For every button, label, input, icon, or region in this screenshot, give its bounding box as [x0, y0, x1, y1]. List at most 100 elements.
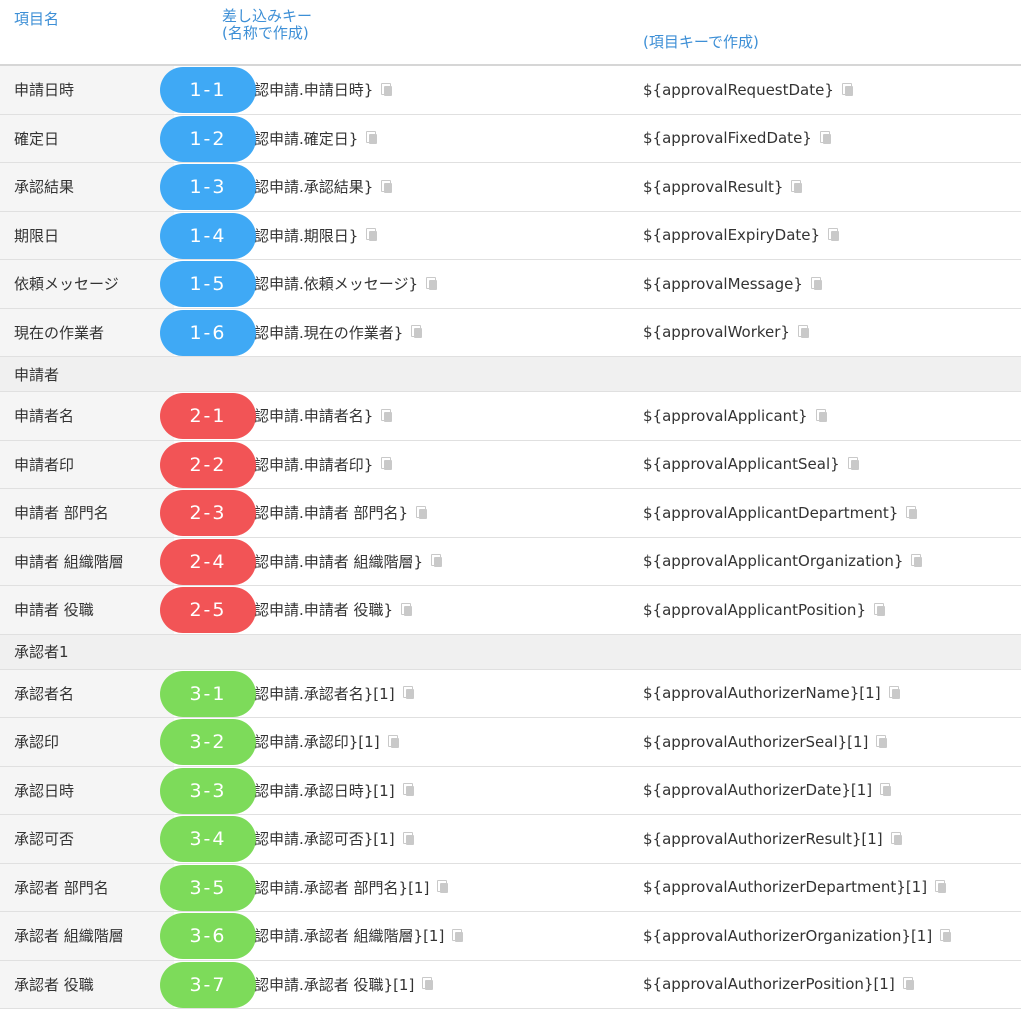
table-row: 依頼メッセージ認申請.依頼メッセージ}${approvalMessage}1-5 — [0, 260, 1021, 309]
copy-icon[interactable] — [848, 457, 860, 471]
copy-icon[interactable] — [889, 686, 901, 700]
copy-icon[interactable] — [880, 783, 892, 797]
item-key-text: ${approvalApplicantDepartment} — [643, 504, 898, 522]
copy-icon[interactable] — [791, 180, 803, 194]
copy-icon[interactable] — [411, 325, 423, 339]
item-key-text: ${approvalApplicant} — [643, 407, 808, 425]
name-key-text: 認申請.承認印}[1] — [254, 731, 380, 752]
name-key-text: 認申請.承認者 部門名}[1] — [254, 877, 429, 898]
copy-icon[interactable] — [422, 977, 434, 991]
item-key-text: ${approvalWorker} — [643, 323, 790, 341]
item-label: 期限日 — [0, 212, 174, 260]
copy-icon[interactable] — [403, 832, 415, 846]
copy-icon[interactable] — [388, 735, 400, 749]
row-number-badge: 2-1 — [160, 393, 256, 439]
copy-icon[interactable] — [828, 228, 840, 242]
item-label: 申請者名 — [0, 392, 174, 440]
copy-icon[interactable] — [906, 506, 918, 520]
copy-icon[interactable] — [935, 880, 947, 894]
name-key-text: 認申請.申請者名} — [254, 405, 373, 426]
item-label: 承認印 — [0, 718, 174, 766]
item-key-cell: ${approvalWorker} — [643, 309, 810, 357]
name-key-cell: 認申請.承認印}[1] — [254, 718, 400, 766]
item-key-cell: ${approvalAuthorizerDate}[1] — [643, 767, 892, 815]
item-key-cell: ${approvalApplicantPosition} — [643, 586, 886, 634]
table-row: 申請者 部門名認申請.申請者 部門名}${approvalApplicantDe… — [0, 489, 1021, 538]
item-label: 申請者 部門名 — [0, 489, 174, 537]
item-key-text: ${approvalFixedDate} — [643, 129, 812, 147]
row-number-badge: 3-4 — [160, 816, 256, 862]
copy-icon[interactable] — [366, 228, 378, 242]
name-key-cell: 認申請.申請者名} — [254, 392, 393, 440]
item-key-text: ${approvalApplicantOrganization} — [643, 552, 903, 570]
item-label: 承認結果 — [0, 163, 174, 211]
header-insertion-key-by-item-key: (項目キーで作成) — [643, 31, 759, 52]
copy-icon[interactable] — [911, 554, 923, 568]
copy-icon[interactable] — [842, 83, 854, 97]
item-key-cell: ${approvalAuthorizerName}[1] — [643, 670, 901, 718]
header-insertion-key-by-name: (名称で作成) — [222, 25, 312, 42]
copy-icon[interactable] — [366, 131, 378, 145]
table-row: 申請者名 認申請.申請者名} ${approvalApplicant} 2-1 — [0, 392, 1021, 441]
copy-icon[interactable] — [891, 832, 903, 846]
name-key-cell: 認申請.現在の作業者} — [254, 309, 423, 357]
name-key-text: 認申請.申請者 役職} — [254, 599, 393, 620]
header-item-name: 項目名 — [14, 8, 59, 29]
table-body: 申請日時認申請.申請日時}${approvalRequestDate}1-1確定… — [0, 66, 1021, 1009]
name-key-cell: 認申請.承認者 組織階層}[1] — [254, 912, 464, 960]
copy-icon[interactable] — [940, 929, 952, 943]
name-key-cell: 認申請.期限日} — [254, 212, 378, 260]
item-key-cell: ${approvalFixedDate} — [643, 115, 832, 163]
copy-icon[interactable] — [798, 325, 810, 339]
table-row: 承認者 部門名認申請.承認者 部門名}[1]${approvalAuthoriz… — [0, 864, 1021, 913]
item-key-cell: ${approvalExpiryDate} — [643, 212, 840, 260]
copy-icon[interactable] — [876, 735, 888, 749]
item-label: 承認者 組織階層 — [0, 912, 174, 960]
table-row: 申請日時認申請.申請日時}${approvalRequestDate}1-1 — [0, 66, 1021, 115]
item-key-text: ${approvalAuthorizerPosition}[1] — [643, 975, 895, 993]
copy-icon[interactable] — [401, 603, 413, 617]
copy-icon[interactable] — [820, 131, 832, 145]
name-key-cell: 認申請.承認者名}[1] — [254, 670, 415, 718]
name-key-text: 認申請.承認結果} — [254, 176, 373, 197]
copy-icon[interactable] — [403, 686, 415, 700]
name-key-text: 認申請.申請者 組織階層} — [254, 551, 423, 572]
copy-icon[interactable] — [874, 603, 886, 617]
item-key-text: ${approvalAuthorizerSeal}[1] — [643, 733, 868, 751]
table-row: 確定日認申請.確定日}${approvalFixedDate}1-2 — [0, 115, 1021, 164]
item-key-text: ${approvalRequestDate} — [643, 81, 834, 99]
item-key-text: ${approvalResult} — [643, 178, 783, 196]
copy-icon[interactable] — [381, 180, 393, 194]
table-row: 現在の作業者認申請.現在の作業者}${approvalWorker}1-6 — [0, 309, 1021, 358]
item-key-cell: ${approvalAuthorizerResult}[1] — [643, 815, 903, 863]
copy-icon[interactable] — [452, 929, 464, 943]
copy-icon[interactable] — [431, 554, 443, 568]
row-number-badge: 1-3 — [160, 164, 256, 210]
copy-icon[interactable] — [437, 880, 449, 894]
name-key-cell: 認申請.依頼メッセージ} — [254, 260, 438, 308]
item-key-cell: ${approvalApplicantDepartment} — [643, 489, 918, 537]
table-row: 承認者名認申請.承認者名}[1]${approvalAuthorizerName… — [0, 670, 1021, 719]
copy-icon[interactable] — [903, 977, 915, 991]
row-number-badge: 1-5 — [160, 261, 256, 307]
copy-icon[interactable] — [381, 83, 393, 97]
copy-icon[interactable] — [816, 409, 828, 423]
row-number-badge: 3-7 — [160, 962, 256, 1008]
copy-icon[interactable] — [403, 783, 415, 797]
name-key-text: 認申請.承認者 組織階層}[1] — [254, 925, 444, 946]
name-key-cell: 認申請.承認者 役職}[1] — [254, 961, 434, 1009]
item-key-text: ${approvalApplicantPosition} — [643, 601, 866, 619]
copy-icon[interactable] — [811, 277, 823, 291]
row-number-badge: 3-6 — [160, 913, 256, 959]
table-row: 申請者印認申請.申請者印}${approvalApplicantSeal}2-2 — [0, 441, 1021, 490]
row-number-badge: 3-2 — [160, 719, 256, 765]
copy-icon[interactable] — [426, 277, 438, 291]
copy-icon[interactable] — [381, 409, 393, 423]
item-key-cell: ${approvalAuthorizerDepartment}[1] — [643, 864, 947, 912]
header-insertion-key: 差し込みキー (名称で作成) — [222, 8, 312, 42]
copy-icon[interactable] — [416, 506, 428, 520]
item-label: 依頼メッセージ — [0, 260, 174, 308]
table-row: 期限日認申請.期限日}${approvalExpiryDate}1-4 — [0, 212, 1021, 261]
copy-icon[interactable] — [381, 457, 393, 471]
item-key-cell: ${approvalResult} — [643, 163, 803, 211]
